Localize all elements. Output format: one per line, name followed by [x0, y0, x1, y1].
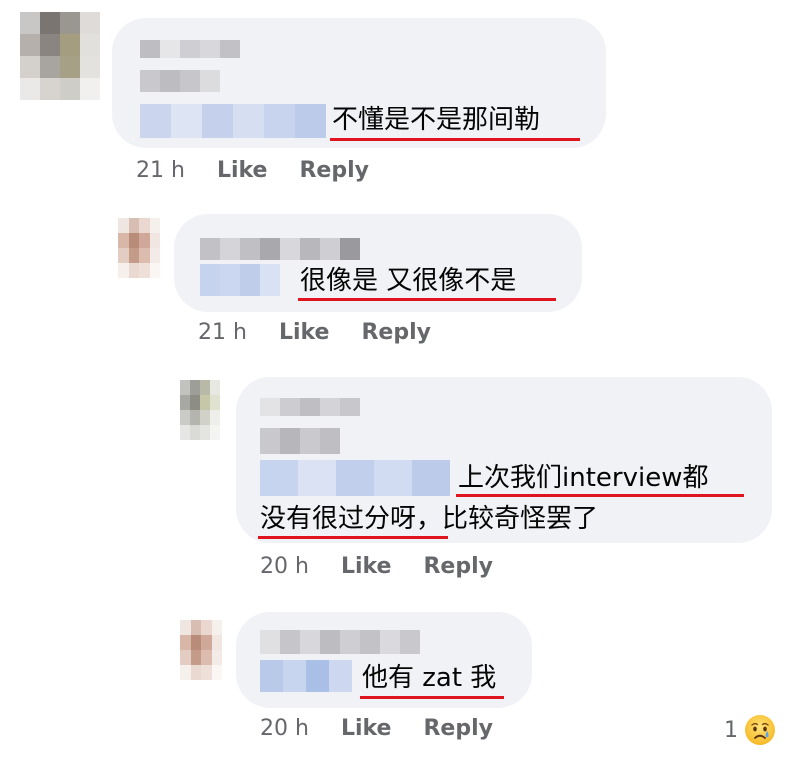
avatar[interactable] — [20, 12, 100, 100]
redacted-author-name — [260, 630, 420, 654]
like-button[interactable]: Like — [341, 554, 392, 579]
reply-button[interactable]: Reply — [361, 320, 431, 345]
reply-button[interactable]: Reply — [423, 716, 493, 741]
redacted-author-name — [260, 428, 340, 454]
comment-thread: 不懂是不是那间勒 21 h Like Reply 很像是 又很像不是 21 h … — [0, 0, 800, 759]
comment-text: 很像是 又很像不是 — [300, 266, 517, 296]
redacted-author-name — [260, 398, 360, 416]
redacted-mention — [260, 460, 450, 496]
reaction-count: 1 — [724, 717, 738, 743]
red-underline — [258, 536, 448, 539]
reply-button[interactable]: Reply — [299, 158, 369, 183]
comment-text: 不懂是不是那间勒 — [332, 105, 541, 135]
comment-timestamp[interactable]: 21 h — [198, 320, 247, 345]
sad-cry-emoji-icon — [745, 715, 775, 745]
comment-actions: 21 h Like Reply — [198, 320, 463, 345]
like-button[interactable]: Like — [341, 716, 392, 741]
avatar[interactable] — [118, 218, 160, 278]
redacted-mention — [260, 660, 352, 692]
comment-text-line-1: 上次我们interview都 — [458, 463, 709, 493]
red-underline — [298, 298, 556, 301]
reaction-summary[interactable]: 1 — [724, 714, 776, 746]
comment-timestamp[interactable]: 21 h — [136, 158, 185, 183]
comment-timestamp[interactable]: 20 h — [260, 716, 309, 741]
comment-actions: 21 h Like Reply — [136, 158, 401, 183]
redacted-author-name — [140, 70, 220, 92]
redacted-mention — [140, 104, 326, 138]
comment-text: 他有 zat 我 — [362, 663, 497, 693]
red-underline — [360, 696, 504, 699]
comment-text-line-2: 没有很过分呀，比较奇怪罢了 — [260, 504, 599, 534]
redacted-mention — [200, 264, 280, 296]
like-button[interactable]: Like — [217, 158, 268, 183]
redacted-author-name — [200, 238, 360, 260]
comment-actions: 20 h Like Reply — [260, 716, 525, 741]
comment-timestamp[interactable]: 20 h — [260, 554, 309, 579]
like-button[interactable]: Like — [279, 320, 330, 345]
comment-actions: 20 h Like Reply — [260, 554, 525, 579]
avatar[interactable] — [180, 380, 220, 440]
red-underline — [330, 138, 580, 141]
avatar[interactable] — [180, 620, 222, 680]
red-underline — [456, 494, 744, 497]
redacted-author-name — [140, 40, 240, 58]
reply-button[interactable]: Reply — [423, 554, 493, 579]
